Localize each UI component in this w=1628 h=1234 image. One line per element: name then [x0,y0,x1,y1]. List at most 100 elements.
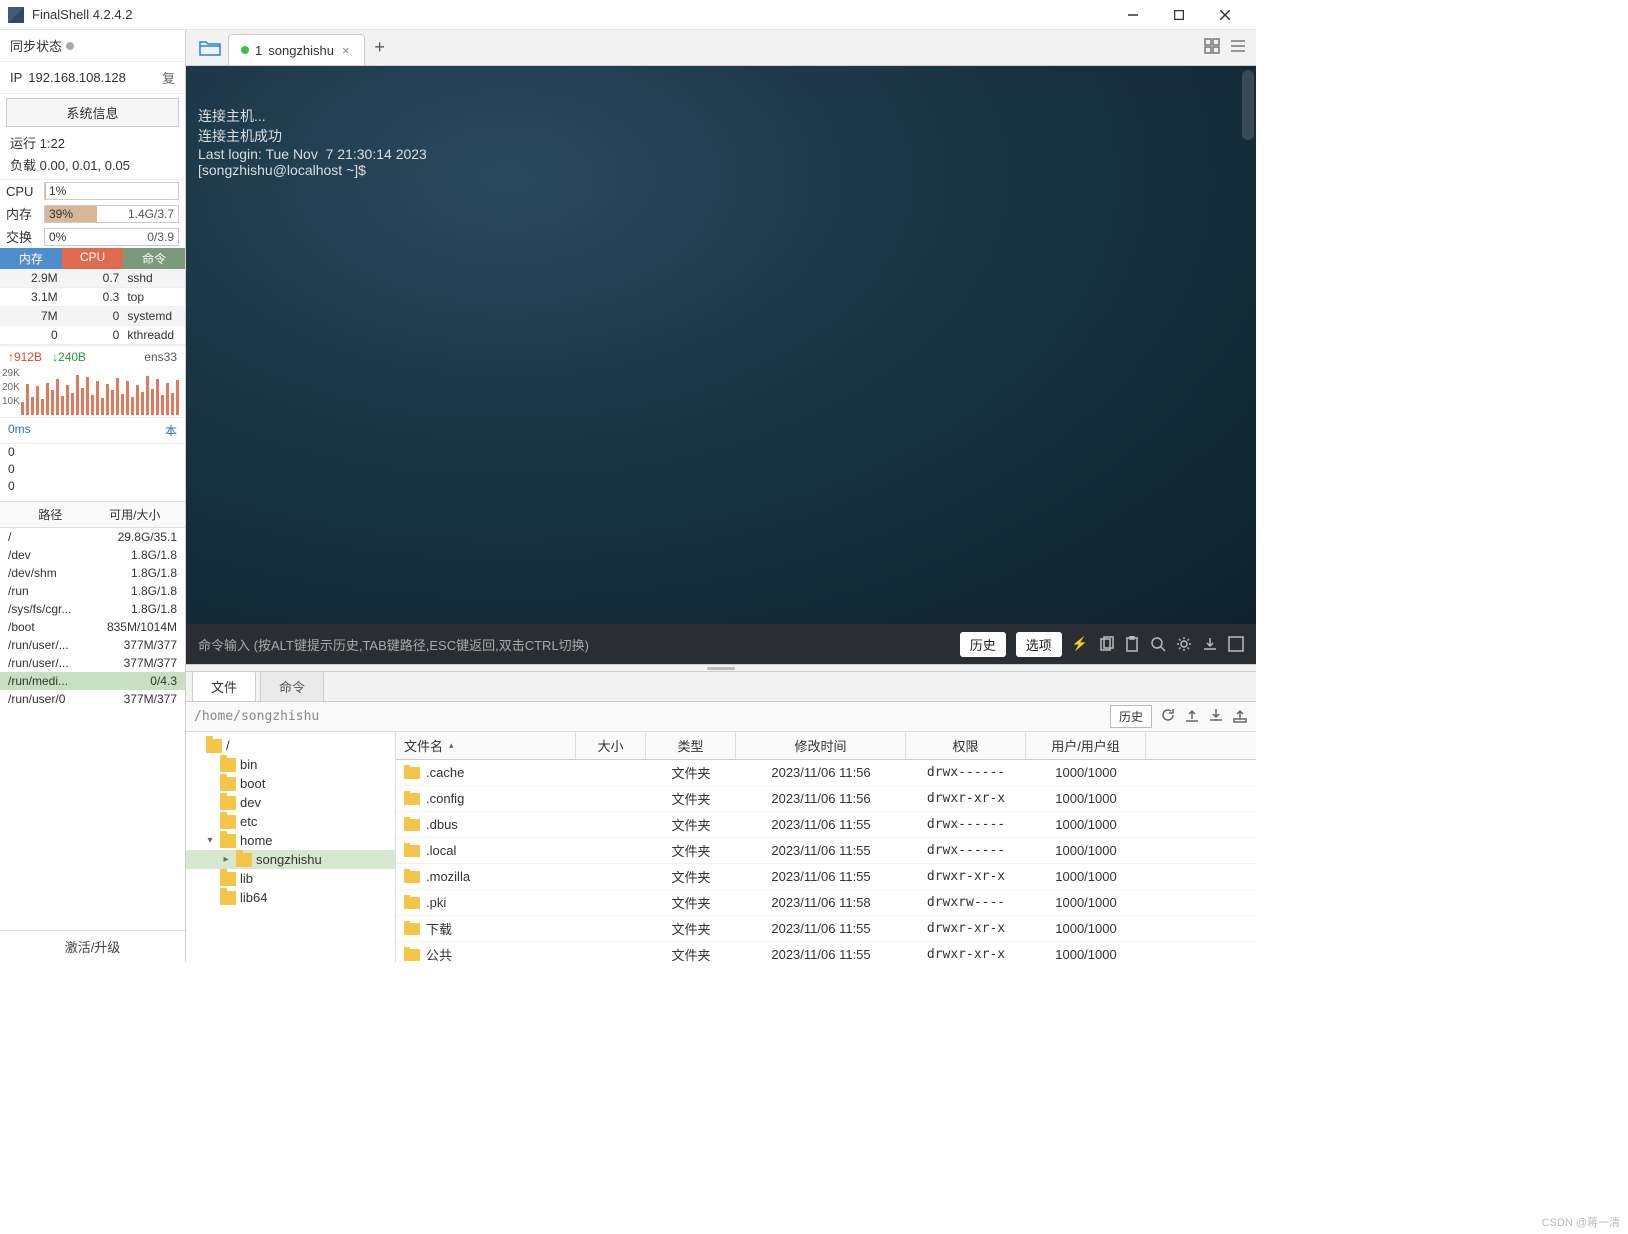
file-row[interactable]: .mozilla文件夹2023/11/06 11:55drwxr-xr-x100… [396,864,1256,890]
disk-row[interactable]: /run/medi...0/4.3 [0,672,185,690]
folder-icon [220,777,236,791]
ip-label: IP [10,70,22,85]
copy-ip-button[interactable]: 复 [162,68,175,87]
hdr-own[interactable]: 用户/用户组 [1026,732,1146,759]
folder-icon [404,949,420,961]
minimize-button[interactable] [1110,0,1156,30]
titlebar: FinalShell 4.2.4.2 [0,0,1256,30]
window-title: FinalShell 4.2.4.2 [32,7,1110,22]
folder-icon [404,845,420,857]
terminal-scrollbar[interactable] [1242,70,1254,140]
disk-row[interactable]: /run1.8G/1.8 [0,582,185,600]
options-button[interactable]: 选项 [1016,632,1062,657]
tree-item[interactable]: etc [186,812,395,831]
tree-item[interactable]: lib [186,869,395,888]
disk-row[interactable]: /dev/shm1.8G/1.8 [0,564,185,582]
open-folder-icon[interactable] [192,30,228,65]
tree-item[interactable]: ▾home [186,831,395,850]
col-avail[interactable]: 可用/大小 [93,506,178,523]
tab-command[interactable]: 命令 [260,671,324,701]
upload-folder-icon[interactable] [1232,707,1248,726]
system-info-button[interactable]: 系统信息 [6,98,179,127]
download-file-icon[interactable] [1208,707,1224,726]
tree-item[interactable]: dev [186,793,395,812]
folder-icon [404,871,420,883]
disk-row[interactable]: /run/user/...377M/377 [0,654,185,672]
file-tree[interactable]: /binbootdevetc▾home▸songzhishuliblib64 [186,732,396,962]
file-row[interactable]: 公共文件夹2023/11/06 11:55drwxr-xr-x1000/1000 [396,942,1256,962]
tab-close-icon[interactable]: × [340,43,352,58]
sync-status: 同步状态 [0,30,185,62]
col-path[interactable]: 路径 [8,506,93,523]
download-icon[interactable] [1202,636,1218,652]
splitter[interactable] [186,664,1256,672]
hdr-perm[interactable]: 权限 [906,732,1026,759]
disk-row[interactable]: /29.8G/35.1 [0,528,185,546]
folder-icon [404,819,420,831]
session-tab[interactable]: 1 songzhishu × [228,34,365,65]
file-row[interactable]: .local文件夹2023/11/06 11:55drwx------1000/… [396,838,1256,864]
file-row[interactable]: .config文件夹2023/11/06 11:56drwxr-xr-x1000… [396,786,1256,812]
disk-row[interactable]: /sys/fs/cgr...1.8G/1.8 [0,600,185,618]
col-cpu[interactable]: CPU [62,248,124,269]
col-cmd[interactable]: 命令 [123,248,185,269]
hdr-type[interactable]: 类型 [646,732,736,759]
folder-icon [220,815,236,829]
folder-icon [220,834,236,848]
paste-icon[interactable] [1124,636,1140,652]
tree-item[interactable]: lib64 [186,888,395,907]
tree-item[interactable]: / [186,736,395,755]
folder-icon [404,793,420,805]
sync-label: 同步状态 [10,36,62,55]
folder-icon [220,891,236,905]
activate-button[interactable]: 激活/升级 [0,930,185,962]
disk-row[interactable]: /run/user/0377M/377 [0,690,185,708]
disk-row[interactable]: /boot835M/1014M [0,618,185,636]
file-row[interactable]: .cache文件夹2023/11/06 11:56drwx------1000/… [396,760,1256,786]
tree-item[interactable]: ▸songzhishu [186,850,395,869]
search-icon[interactable] [1150,636,1166,652]
ip-row: IP 192.168.108.128 复 [0,62,185,94]
hdr-name[interactable]: 文件名 [396,732,576,759]
tree-item[interactable]: bin [186,755,395,774]
process-row[interactable]: 3.1M0.3top [0,288,185,307]
disk-row[interactable]: /dev1.8G/1.8 [0,546,185,564]
app-icon [8,7,24,23]
grid-view-icon[interactable] [1204,38,1220,57]
fullscreen-icon[interactable] [1228,636,1244,652]
mem-gauge: 内存 39%1.4G/3.7 [0,202,185,225]
path-input[interactable]: /home/songzhishu [194,709,1102,724]
terminal[interactable]: 连接主机... 连接主机成功 Last login: Tue Nov 7 21:… [186,66,1256,624]
history-button[interactable]: 历史 [960,632,1006,657]
copy-icon[interactable] [1098,636,1114,652]
gear-icon[interactable] [1176,636,1192,652]
folder-icon [206,739,222,753]
file-row[interactable]: .dbus文件夹2023/11/06 11:55drwx------1000/1… [396,812,1256,838]
hdr-size[interactable]: 大小 [576,732,646,759]
process-row[interactable]: 7M0systemd [0,307,185,326]
hdr-date[interactable]: 修改时间 [736,732,906,759]
list-view-icon[interactable] [1230,38,1246,57]
folder-icon [404,923,420,935]
net-up: ↑912B [8,350,42,364]
disk-row[interactable]: /run/user/...377M/377 [0,636,185,654]
col-mem[interactable]: 内存 [0,248,62,269]
path-history-button[interactable]: 历史 [1110,705,1152,728]
add-tab-button[interactable]: + [365,30,395,65]
network-sparkline: 29K 20K 10K [0,368,185,418]
maximize-button[interactable] [1156,0,1202,30]
upload-icon[interactable] [1184,707,1200,726]
refresh-icon[interactable] [1160,707,1176,726]
file-list[interactable]: 文件名 大小 类型 修改时间 权限 用户/用户组 .cache文件夹2023/1… [396,732,1256,962]
file-row[interactable]: .pki文件夹2023/11/06 11:58drwxrw----1000/10… [396,890,1256,916]
tree-item[interactable]: boot [186,774,395,793]
tab-file[interactable]: 文件 [192,671,256,701]
bolt-icon[interactable]: ⚡ [1072,636,1088,652]
close-button[interactable] [1202,0,1248,30]
command-input[interactable]: 命令输入 (按ALT键提示历史,TAB键路径,ESC键返回,双击CTRL切换) [198,635,950,654]
process-row[interactable]: 2.9M0.7sshd [0,269,185,288]
file-row[interactable]: 下载文件夹2023/11/06 11:55drwxr-xr-x1000/1000 [396,916,1256,942]
process-row[interactable]: 00kthreadd [0,326,185,345]
bottom-panel: 文件 命令 /home/songzhishu 历史 /binbootdevetc… [186,672,1256,962]
ip-value: 192.168.108.128 [28,70,126,85]
